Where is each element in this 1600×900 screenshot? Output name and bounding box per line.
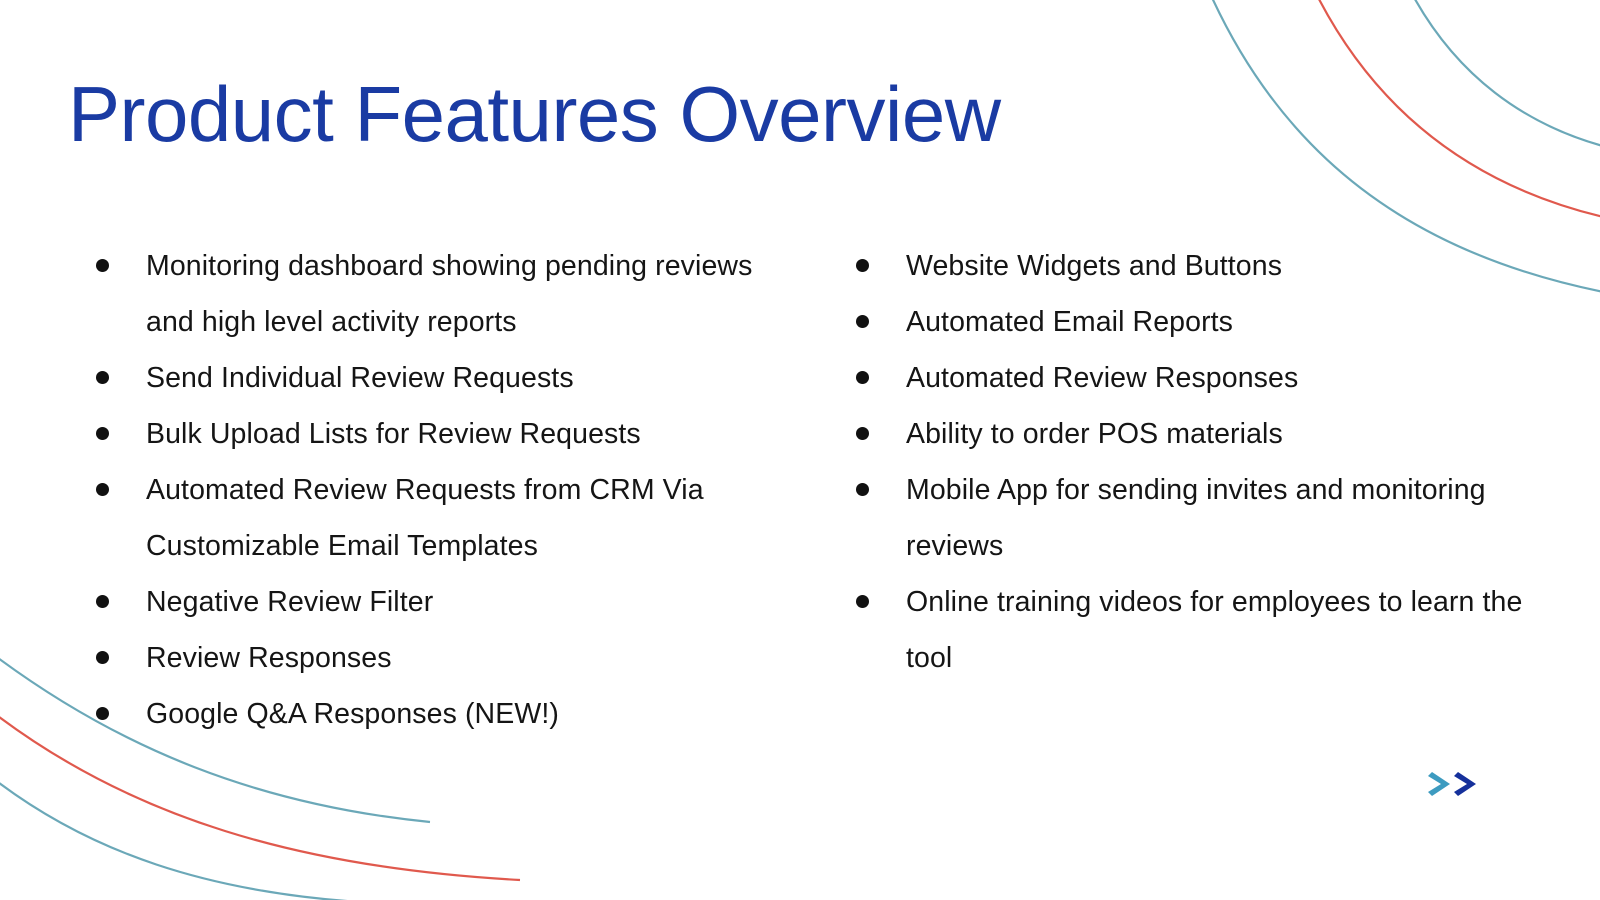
list-item-label: Monitoring dashboard showing pending rev… xyxy=(146,250,753,338)
list-item-label: Review Responses xyxy=(146,642,392,674)
list-item: Mobile App for sending invites and monit… xyxy=(848,462,1548,574)
bullet-dot-icon xyxy=(856,259,869,272)
double-chevron-right-icon xyxy=(1424,760,1488,808)
left-bullet-list: Monitoring dashboard showing pending rev… xyxy=(88,238,788,742)
bullet-dot-icon xyxy=(96,595,109,608)
list-item-label: Negative Review Filter xyxy=(146,586,434,618)
list-item: Automated Email Reports xyxy=(848,294,1548,350)
list-item: Website Widgets and Buttons xyxy=(848,238,1548,294)
list-item: Online training videos for employees to … xyxy=(848,574,1548,686)
list-item: Ability to order POS materials xyxy=(848,406,1548,462)
list-item: Bulk Upload Lists for Review Requests xyxy=(88,406,788,462)
list-item-label: Send Individual Review Requests xyxy=(146,362,574,394)
bullet-dot-icon xyxy=(96,707,109,720)
list-item-label: Automated Email Reports xyxy=(906,306,1234,338)
list-item-label: Ability to order POS materials xyxy=(906,418,1283,450)
list-item: Google Q&A Responses (NEW!) xyxy=(88,686,788,742)
list-item: Review Responses xyxy=(88,630,788,686)
right-bullet-column: Website Widgets and Buttons Automated Em… xyxy=(848,238,1548,686)
list-item: Negative Review Filter xyxy=(88,574,788,630)
list-item-label: Website Widgets and Buttons xyxy=(906,250,1283,282)
list-item: Automated Review Responses xyxy=(848,350,1548,406)
bullet-dot-icon xyxy=(96,371,109,384)
list-item-label: Mobile App for sending invites and monit… xyxy=(906,474,1486,562)
list-item-label: Bulk Upload Lists for Review Requests xyxy=(146,418,641,450)
list-item-label: Online training videos for employees to … xyxy=(906,586,1523,674)
list-item: Monitoring dashboard showing pending rev… xyxy=(88,238,788,350)
list-item: Automated Review Requests from CRM Via C… xyxy=(88,462,788,574)
bullet-dot-icon xyxy=(96,651,109,664)
list-item-label: Automated Review Responses xyxy=(906,362,1299,394)
list-item-label: Google Q&A Responses (NEW!) xyxy=(146,698,559,730)
bullet-dot-icon xyxy=(96,259,109,272)
bullet-dot-icon xyxy=(856,315,869,328)
left-bullet-column: Monitoring dashboard showing pending rev… xyxy=(88,238,788,742)
bullet-dot-icon xyxy=(856,483,869,496)
slide-canvas: Product Features Overview Monitoring das… xyxy=(0,0,1600,900)
bullet-dot-icon xyxy=(856,595,869,608)
bullet-dot-icon xyxy=(96,483,109,496)
list-item-label: Automated Review Requests from CRM Via C… xyxy=(146,474,704,562)
list-item: Send Individual Review Requests xyxy=(88,350,788,406)
right-bullet-list: Website Widgets and Buttons Automated Em… xyxy=(848,238,1548,686)
bullet-dot-icon xyxy=(856,371,869,384)
bullet-dot-icon xyxy=(96,427,109,440)
page-title: Product Features Overview xyxy=(68,70,1001,158)
bullet-dot-icon xyxy=(856,427,869,440)
